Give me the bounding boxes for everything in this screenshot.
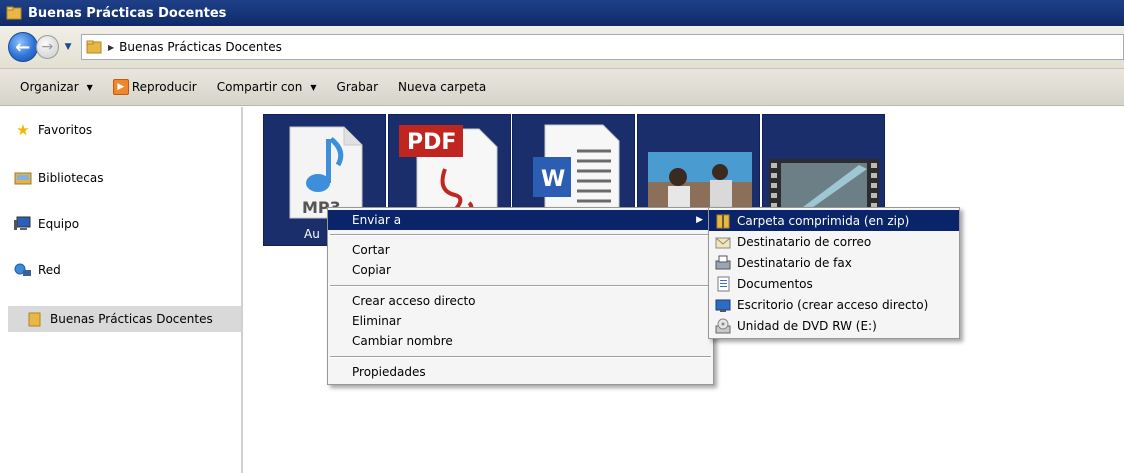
menu-item-copy-label: Copiar bbox=[352, 263, 391, 277]
mail-icon bbox=[713, 234, 733, 250]
play-button[interactable]: ▶ Reproducir bbox=[112, 79, 197, 95]
new-folder-button[interactable]: Nueva carpeta bbox=[398, 80, 486, 94]
word-text: W bbox=[541, 167, 565, 192]
arrow-left-icon: ← bbox=[15, 36, 31, 58]
library-icon bbox=[12, 169, 34, 187]
menu-item-send-to[interactable]: Enviar a ▶ bbox=[328, 210, 713, 230]
play-icon: ▶ bbox=[112, 79, 129, 95]
submenu-item-dvd-drive[interactable]: Unidad de DVD RW (E:) bbox=[709, 315, 959, 336]
context-menu: Enviar a ▶ Cortar Copiar Crear acceso di… bbox=[327, 207, 714, 385]
folder-icon bbox=[86, 40, 102, 54]
menu-item-send-to-label: Enviar a bbox=[352, 213, 402, 227]
pdf-text: PDF bbox=[407, 130, 456, 155]
submenu-arrow-icon: ▶ bbox=[696, 215, 703, 225]
menu-separator bbox=[330, 234, 711, 236]
submenu-item-compressed-folder[interactable]: Carpeta comprimida (en zip) bbox=[709, 210, 959, 231]
star-icon: ★ bbox=[16, 121, 30, 139]
nav-network-label: Red bbox=[38, 263, 61, 277]
submenu-item-fax-label: Destinatario de fax bbox=[737, 255, 852, 270]
share-button[interactable]: Compartir con ▼ bbox=[217, 80, 317, 94]
recent-pages-dropdown[interactable]: ▼ bbox=[61, 37, 75, 57]
menu-item-cut-label: Cortar bbox=[352, 243, 390, 257]
menu-item-rename-label: Cambiar nombre bbox=[352, 334, 453, 348]
zip-folder-icon bbox=[713, 213, 733, 229]
nav-favorites-label: Favoritos bbox=[38, 123, 93, 137]
menu-item-delete[interactable]: Eliminar bbox=[328, 311, 713, 331]
submenu-item-fax-recipient[interactable]: Destinatario de fax bbox=[709, 252, 959, 273]
play-label: Reproducir bbox=[131, 80, 197, 94]
organize-label: Organizar bbox=[20, 80, 79, 94]
folder-icon bbox=[6, 6, 22, 20]
forward-button[interactable]: → bbox=[35, 35, 60, 59]
chevron-down-icon: ▼ bbox=[64, 42, 72, 52]
chevron-down-icon: ▼ bbox=[310, 82, 317, 92]
computer-icon bbox=[12, 215, 34, 233]
submenu-item-desktop[interactable]: Escritorio (crear acceso directo) bbox=[709, 294, 959, 315]
menu-item-delete-label: Eliminar bbox=[352, 314, 402, 328]
submenu-item-dvd-label: Unidad de DVD RW (E:) bbox=[737, 318, 877, 333]
menu-item-rename[interactable]: Cambiar nombre bbox=[328, 331, 713, 351]
submenu-item-compressed-label: Carpeta comprimida (en zip) bbox=[737, 213, 910, 228]
nav-libraries-label: Bibliotecas bbox=[38, 171, 104, 185]
photo-thumbnail-icon bbox=[648, 152, 752, 207]
arrow-right-icon: → bbox=[41, 39, 54, 55]
desktop-icon bbox=[713, 297, 733, 313]
submenu-item-mail-label: Destinatario de correo bbox=[737, 234, 872, 249]
address-row: ← → ▼ ▶ Buenas Prácticas Docentes bbox=[0, 26, 1124, 68]
nav-current-folder[interactable]: Buenas Prácticas Docentes bbox=[8, 306, 241, 332]
menu-item-properties-label: Propiedades bbox=[352, 365, 426, 379]
title-bar: Buenas Prácticas Docentes bbox=[0, 0, 1124, 26]
folder-icon bbox=[24, 310, 46, 328]
menu-item-create-shortcut[interactable]: Crear acceso directo bbox=[328, 291, 713, 311]
navigation-pane: ★ Favoritos Bibliotecas Equipo Red Buena… bbox=[0, 107, 243, 473]
back-button[interactable]: ← bbox=[8, 32, 38, 62]
mp3-file-icon: MP3 bbox=[289, 126, 363, 219]
nav-favorites[interactable]: ★ Favoritos bbox=[12, 121, 92, 139]
nav-computer[interactable]: Equipo bbox=[12, 215, 79, 233]
submenu-item-desktop-label: Escritorio (crear acceso directo) bbox=[737, 297, 929, 312]
nav-current-folder-label: Buenas Prácticas Docentes bbox=[50, 312, 213, 326]
menu-separator bbox=[330, 285, 711, 287]
nav-network[interactable]: Red bbox=[12, 261, 61, 279]
menu-separator bbox=[330, 356, 711, 358]
burn-button[interactable]: Grabar bbox=[337, 80, 379, 94]
menu-item-properties[interactable]: Propiedades bbox=[328, 362, 713, 382]
breadcrumb-folder[interactable]: Buenas Prácticas Docentes bbox=[119, 40, 282, 54]
menu-item-create-shortcut-label: Crear acceso directo bbox=[352, 294, 476, 308]
documents-icon bbox=[713, 276, 733, 292]
submenu-item-documents[interactable]: Documentos bbox=[709, 273, 959, 294]
send-to-submenu: Carpeta comprimida (en zip) Destinatario… bbox=[708, 207, 960, 339]
share-label: Compartir con bbox=[216, 80, 303, 94]
network-icon bbox=[12, 261, 34, 279]
menu-item-cut[interactable]: Cortar bbox=[328, 240, 713, 260]
video-thumbnail-icon bbox=[769, 159, 879, 214]
submenu-item-mail-recipient[interactable]: Destinatario de correo bbox=[709, 231, 959, 252]
new-folder-label: Nueva carpeta bbox=[398, 80, 487, 94]
nav-libraries[interactable]: Bibliotecas bbox=[12, 169, 103, 187]
nav-computer-label: Equipo bbox=[38, 217, 80, 231]
address-bar[interactable]: ▶ Buenas Prácticas Docentes bbox=[80, 34, 1124, 60]
breadcrumb-arrow-icon[interactable]: ▶ bbox=[108, 43, 114, 52]
window-title: Buenas Prácticas Docentes bbox=[28, 5, 227, 21]
submenu-item-documents-label: Documentos bbox=[737, 276, 813, 291]
chevron-down-icon: ▼ bbox=[86, 82, 93, 92]
menu-item-copy[interactable]: Copiar bbox=[328, 260, 713, 280]
dvd-drive-icon bbox=[713, 318, 733, 334]
burn-label: Grabar bbox=[336, 80, 379, 94]
command-bar: Organizar ▼ ▶ Reproducir Compartir con ▼… bbox=[0, 68, 1124, 106]
organize-button[interactable]: Organizar ▼ bbox=[20, 80, 93, 94]
fax-icon bbox=[713, 255, 733, 271]
